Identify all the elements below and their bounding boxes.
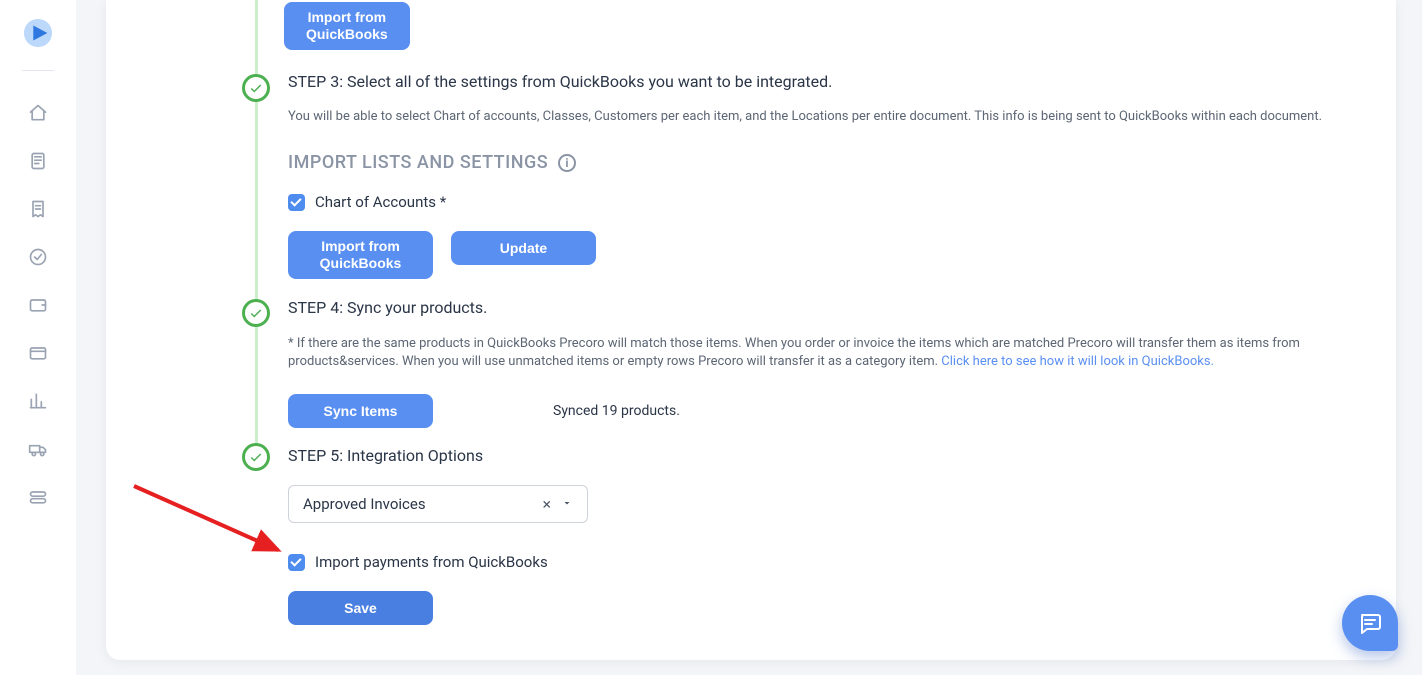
chat-button[interactable] (1342, 595, 1398, 651)
clear-select-icon[interactable]: × (542, 495, 551, 514)
step5-title: STEP 5: Integration Options (288, 446, 1368, 465)
step3-badge (242, 74, 270, 102)
btn-line2: QuickBooks (320, 255, 402, 272)
info-icon[interactable]: i (558, 154, 576, 172)
chat-icon (1358, 611, 1382, 635)
chart-of-accounts-label: Chart of Accounts * (315, 193, 446, 211)
chart-icon[interactable] (26, 389, 50, 413)
btn-line1: Import from (321, 238, 400, 255)
step3-desc: You will be able to select Chart of acco… (288, 109, 1368, 124)
step4-badge (242, 299, 270, 327)
step4-desc-link[interactable]: Click here to see how it will look in Qu… (941, 354, 1214, 369)
btn-label: Save (344, 600, 377, 616)
update-button[interactable]: Update (451, 231, 596, 265)
import-payments-checkbox[interactable] (288, 554, 305, 571)
btn-line1: Import from (308, 9, 387, 26)
check-circle-icon[interactable] (26, 245, 50, 269)
step4: STEP 4: Sync your products. * If there a… (288, 298, 1368, 428)
btn-label: Update (500, 240, 547, 256)
heading-text: IMPORT LISTS AND SETTINGS (288, 152, 548, 173)
sidebar-divider (22, 70, 54, 71)
import-from-quickbooks-button-2[interactable]: Import from QuickBooks (288, 231, 433, 279)
btn-line2: QuickBooks (306, 26, 388, 43)
chart-of-accounts-checkbox[interactable] (288, 194, 305, 211)
import-lists-heading: IMPORT LISTS AND SETTINGS i (288, 152, 1368, 173)
import-payments-label: Import payments from QuickBooks (315, 553, 548, 571)
integration-card: Import from QuickBooks STEP 3: Select al… (106, 0, 1396, 660)
home-icon[interactable] (26, 101, 50, 125)
sync-items-button[interactable]: Sync Items (288, 394, 433, 428)
card-icon[interactable] (26, 341, 50, 365)
step4-title: STEP 4: Sync your products. (288, 298, 1368, 317)
app-logo (23, 18, 53, 48)
save-button[interactable]: Save (288, 591, 433, 625)
chevron-down-icon[interactable] (561, 495, 573, 513)
truck-icon[interactable] (26, 437, 50, 461)
synced-products-msg: Synced 19 products. (553, 403, 680, 419)
wallet-icon[interactable] (26, 293, 50, 317)
select-value: Approved Invoices (303, 495, 426, 513)
step5: STEP 5: Integration Options Approved Inv… (288, 446, 1368, 625)
toggle-icon[interactable] (26, 485, 50, 509)
integration-option-select[interactable]: Approved Invoices × (288, 485, 588, 523)
import-from-quickbooks-button-1[interactable]: Import from QuickBooks (284, 2, 410, 50)
timeline-rail (255, 0, 258, 470)
step5-badge (242, 443, 270, 471)
step3-title: STEP 3: Select all of the settings from … (288, 72, 1368, 91)
btn-label: Sync Items (324, 403, 398, 419)
document-icon[interactable] (26, 149, 50, 173)
receipt-icon[interactable] (26, 197, 50, 221)
sidebar (0, 0, 76, 675)
step3: STEP 3: Select all of the settings from … (288, 72, 1368, 279)
step4-desc: * If there are the same products in Quic… (288, 335, 1368, 370)
